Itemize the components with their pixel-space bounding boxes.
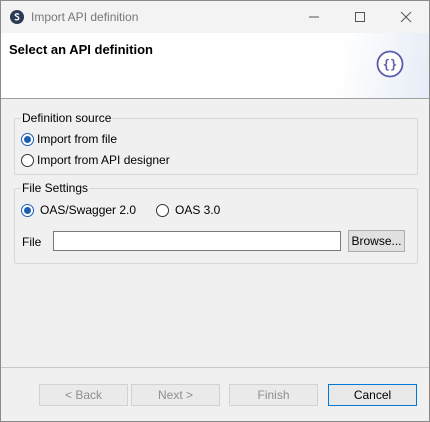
header-banner: Select an API definition {} — [1, 33, 429, 99]
cancel-button[interactable]: Cancel — [328, 384, 417, 406]
oas-3-option[interactable]: OAS 3.0 — [156, 203, 220, 217]
window-title: Import API definition — [31, 10, 139, 24]
import-from-designer-label: Import from API designer — [37, 153, 170, 167]
app-icon — [10, 10, 24, 24]
footer-divider — [1, 367, 429, 368]
title-bar: Import API definition — [1, 1, 429, 33]
oas-3-radio[interactable] — [156, 203, 169, 217]
back-button[interactable]: < Back — [39, 384, 128, 406]
close-icon — [400, 11, 412, 23]
page-title: Select an API definition — [9, 42, 153, 57]
minimize-button[interactable] — [291, 1, 337, 33]
maximize-button[interactable] — [337, 1, 383, 33]
finish-button[interactable]: Finish — [229, 384, 318, 406]
oas-swagger-2-label: OAS/Swagger 2.0 — [40, 203, 137, 217]
oas-3-label: OAS 3.0 — [175, 203, 221, 217]
import-from-file-radio[interactable] — [21, 132, 34, 146]
browse-button[interactable]: Browse... — [348, 230, 405, 252]
import-from-designer-option[interactable]: Import from API designer — [21, 153, 170, 167]
next-button[interactable]: Next > — [131, 384, 220, 406]
import-from-file-label: Import from file — [37, 132, 118, 146]
json-braces-icon: {} — [376, 50, 404, 78]
oas-swagger-2-radio[interactable] — [21, 203, 34, 217]
import-from-designer-radio[interactable] — [21, 153, 34, 167]
file-label: File — [22, 235, 42, 249]
svg-text:{}: {} — [383, 58, 397, 72]
definition-source-legend: Definition source — [21, 111, 113, 125]
import-from-file-option[interactable]: Import from file — [21, 132, 117, 146]
close-button[interactable] — [383, 1, 429, 33]
file-settings-legend: File Settings — [21, 181, 90, 195]
minimize-icon — [309, 16, 319, 18]
file-settings-group — [14, 188, 418, 264]
oas-swagger-2-option[interactable]: OAS/Swagger 2.0 — [21, 203, 136, 217]
import-api-dialog: Import API definition Select an API defi… — [0, 0, 430, 422]
file-path-input[interactable] — [53, 231, 341, 251]
maximize-icon — [355, 12, 365, 22]
